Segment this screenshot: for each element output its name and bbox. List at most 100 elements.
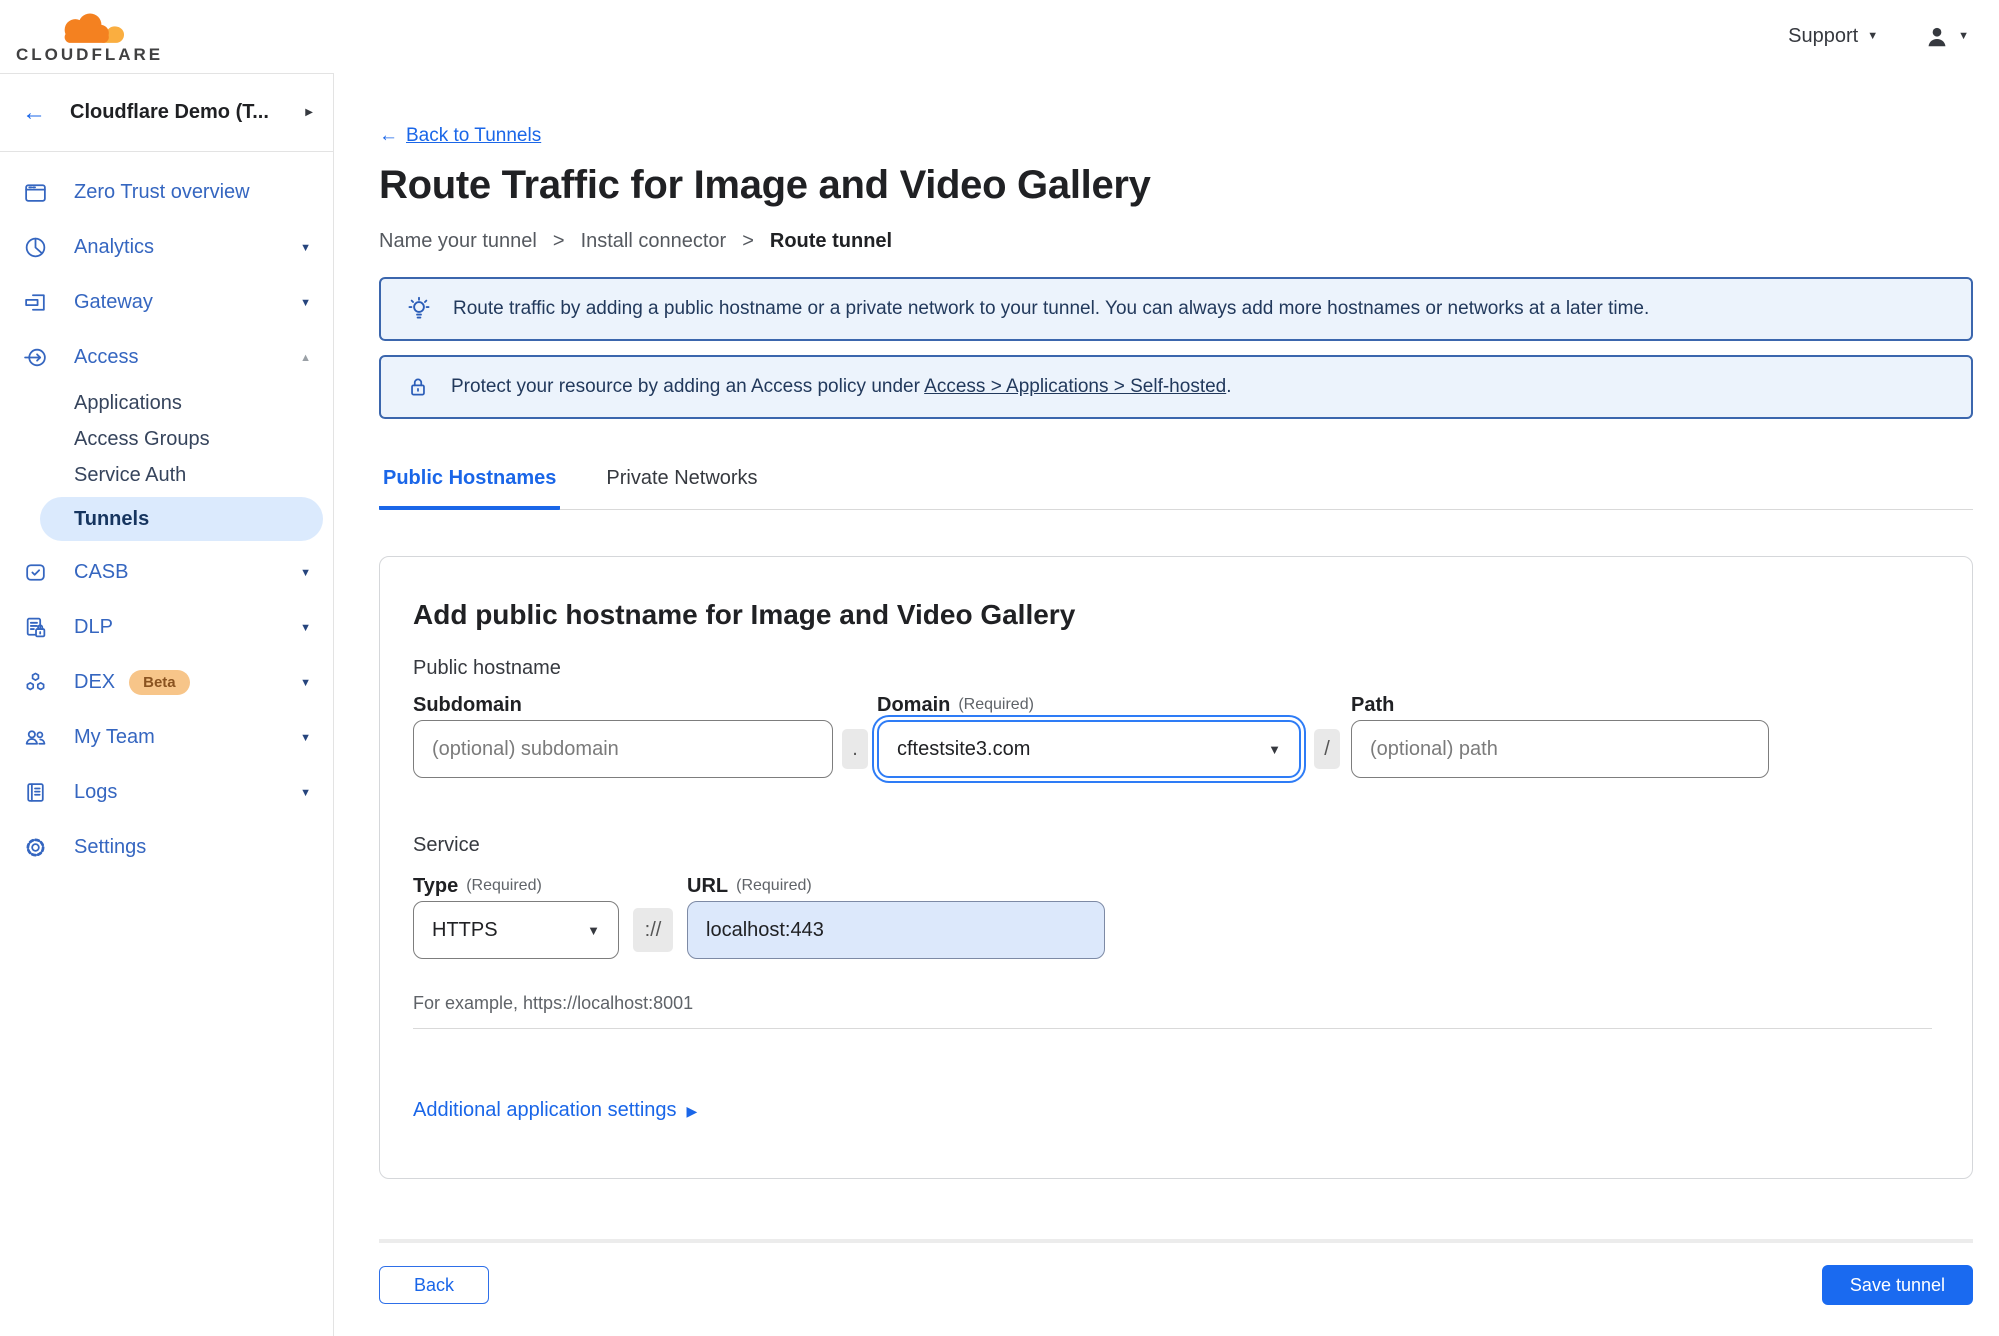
service-url-field-group: URL (Required) (687, 871, 1105, 959)
sidebar-item-gateway[interactable]: Gateway ▼ (0, 275, 333, 330)
protect-text-prefix: Protect your resource by adding an Acces… (451, 376, 920, 397)
dlp-icon (22, 615, 48, 641)
chevron-down-icon: ▼ (587, 922, 600, 938)
logs-icon (22, 780, 48, 806)
sidebar-item-label: Zero Trust overview (74, 181, 250, 203)
sidebar-item-logs[interactable]: Logs ▼ (0, 765, 333, 820)
beta-badge: Beta (129, 670, 190, 695)
chevron-right-icon[interactable]: ▶ (305, 107, 313, 118)
save-tunnel-button[interactable]: Save tunnel (1821, 1265, 1973, 1305)
cloudflare-logo[interactable]: CLOUDFLARE (16, 11, 163, 65)
card-title: Add public hostname for Image and Video … (413, 599, 1076, 630)
sidebar-item-dlp[interactable]: DLP ▼ (0, 600, 333, 655)
gateway-icon (22, 290, 48, 316)
chevron-down-icon: ▼ (300, 296, 311, 309)
back-to-tunnels-link[interactable]: ← Back to Tunnels (379, 125, 541, 147)
path-label: Path (1351, 693, 1395, 716)
card-divider (413, 1028, 1932, 1029)
sidebar-item-tunnels[interactable]: Tunnels (40, 497, 323, 541)
sidebar-item-dex[interactable]: DEX Beta ▼ (0, 655, 333, 710)
sidebar-item-label: Gateway (74, 291, 153, 313)
sub-item-label: Access Groups (74, 427, 210, 450)
route-traffic-tip-banner: Route traffic by adding a public hostnam… (379, 277, 1973, 341)
cloudflare-logo-text: CLOUDFLARE (16, 44, 164, 64)
back-arrow-icon[interactable]: ← (22, 100, 46, 125)
cloudflare-cloud-icon (53, 11, 127, 47)
additional-application-settings-toggle[interactable]: Additional application settings ▶ (413, 1099, 697, 1122)
dex-icon (22, 670, 48, 696)
back-button[interactable]: Back (379, 1266, 490, 1304)
chevron-down-icon: ▼ (1958, 30, 1969, 42)
sidebar-item-analytics[interactable]: Analytics ▼ (0, 220, 333, 275)
account-name[interactable]: Cloudflare Demo (T... (70, 101, 305, 124)
chevron-down-icon: ▼ (1867, 30, 1879, 42)
footer-divider (379, 1239, 1973, 1243)
team-icon (22, 725, 48, 751)
breadcrumb-step-install-connector[interactable]: Install connector (581, 230, 727, 253)
public-hostname-section-label: Public hostname (413, 657, 561, 679)
chevron-right-icon: ▶ (686, 1102, 698, 1119)
required-hint: (Required) (958, 696, 1034, 713)
sidebar-item-my-team[interactable]: My Team ▼ (0, 710, 333, 765)
sub-item-label: Service Auth (74, 463, 187, 486)
support-label: Support (1788, 25, 1859, 47)
sidebar-item-settings[interactable]: Settings (0, 820, 333, 875)
casb-icon (22, 560, 48, 586)
slash-separator: / (1314, 729, 1340, 769)
sidebar-item-label: Access (74, 346, 139, 368)
service-type-select[interactable]: HTTPS ▼ (413, 901, 619, 959)
support-menu[interactable]: Support ▼ (1788, 25, 1878, 48)
type-label: Type (Required) (413, 871, 619, 901)
url-label-text: URL (687, 874, 729, 897)
sidebar-item-label-text: DEX (74, 671, 116, 693)
sidebar-item-casb[interactable]: CASB ▼ (0, 545, 333, 600)
type-label-text: Type (413, 874, 459, 897)
required-hint: (Required) (736, 877, 812, 894)
subdomain-input[interactable] (413, 720, 833, 778)
domain-selected-value: cftestsite3.com (897, 737, 1031, 760)
breadcrumb-step-route-tunnel: Route tunnel (769, 230, 893, 252)
sidebar-item-access-groups[interactable]: Access Groups (0, 421, 333, 457)
tab-public-hostnames[interactable]: Public Hostnames (379, 467, 561, 510)
access-icon (22, 345, 48, 371)
chevron-down-icon: ▼ (300, 566, 311, 579)
tip-banner-text: Route traffic by adding a public hostnam… (453, 298, 1650, 319)
required-hint: (Required) (466, 877, 542, 894)
sidebar-account-header: ← Cloudflare Demo (T... ▶ (0, 74, 333, 152)
scheme-separator: :// (633, 908, 673, 952)
sidebar-item-label: DEX Beta (74, 670, 300, 695)
sidebar-item-access[interactable]: Access ▲ (0, 330, 333, 385)
protect-text-suffix: . (1226, 376, 1232, 397)
path-input[interactable] (1351, 720, 1769, 778)
service-type-selected-value: HTTPS (432, 918, 498, 941)
additional-settings-label: Additional application settings (413, 1099, 677, 1121)
sidebar-item-label: DLP (74, 616, 113, 638)
service-field-row: Type (Required) HTTPS ▼ :// URL (Require… (413, 871, 1932, 959)
back-arrow-icon: ← (379, 125, 398, 146)
user-account-menu[interactable]: ▼ (1924, 24, 1969, 50)
sub-item-label: Applications (74, 391, 182, 414)
analytics-icon (22, 235, 48, 261)
breadcrumb-step-name-tunnel[interactable]: Name your tunnel (379, 230, 537, 253)
domain-select[interactable]: cftestsite3.com ▼ (877, 720, 1301, 778)
service-type-field-group: Type (Required) HTTPS ▼ (413, 871, 619, 959)
gear-icon (22, 835, 48, 861)
chevron-down-icon: ▼ (300, 676, 311, 689)
sidebar-item-service-auth[interactable]: Service Auth (0, 457, 333, 493)
sidebar-item-zero-trust-overview[interactable]: Zero Trust overview (0, 165, 333, 220)
footer-actions: Back Save tunnel (379, 1265, 1973, 1305)
sidebar-item-label: Settings (74, 836, 147, 858)
url-example-text: For example, https://localhost:8001 (413, 993, 694, 1013)
access-applications-self-hosted-link[interactable]: Access > Applications > Self-hosted (924, 376, 1226, 397)
topbar: CLOUDFLARE Support ▼ ▼ (0, 0, 1999, 73)
sidebar-item-applications[interactable]: Applications (0, 385, 333, 421)
domain-label-text: Domain (877, 693, 951, 716)
main-content: ← Back to Tunnels Route Traffic for Imag… (334, 73, 1999, 1336)
tab-private-networks[interactable]: Private Networks (602, 467, 761, 510)
service-url-input[interactable] (687, 901, 1105, 959)
lock-icon (405, 374, 431, 400)
user-icon (1924, 24, 1950, 50)
url-label: URL (Required) (687, 871, 1105, 901)
sidebar: ← Cloudflare Demo (T... ▶ Zero Trust ove… (0, 73, 334, 1336)
chevron-up-icon: ▲ (300, 351, 311, 364)
